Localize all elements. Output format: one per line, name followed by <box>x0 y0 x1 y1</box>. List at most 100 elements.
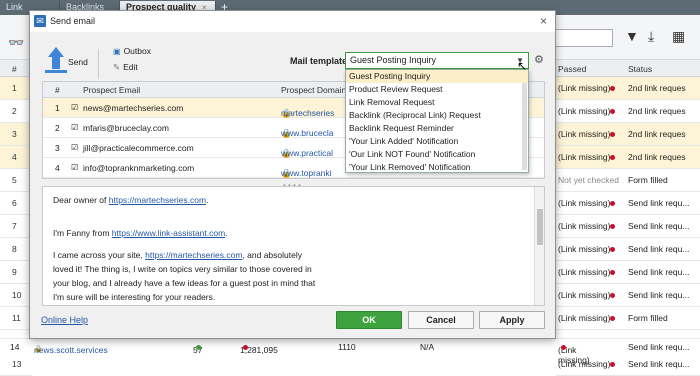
email-body-line: Dear owner of https://martechseries.com. <box>53 195 209 205</box>
ok-button[interactable]: OK <box>336 311 402 329</box>
status-cell: Form filled <box>628 313 668 323</box>
recipient-checkbox[interactable]: ☑ <box>71 123 78 132</box>
passed-cell: (Link missing) <box>558 244 611 254</box>
row-number[interactable]: 3 <box>0 123 32 146</box>
table-row[interactable]: (Link missing) Send link requ... <box>556 215 700 238</box>
outbox-button[interactable]: ▣ Outbox <box>113 46 151 56</box>
value-cell: 1110 <box>338 342 356 352</box>
status-cell: Send link requ... <box>628 221 690 231</box>
table-row[interactable]: Not yet checked Form filled <box>556 169 700 192</box>
template-option[interactable]: 'Our Link NOT Found' Notification <box>346 148 528 161</box>
filter-icon[interactable]: ▼ <box>625 28 639 44</box>
template-dropdown-list: Guest Posting Inquiry Product Review Requ… <box>345 69 529 173</box>
row-number[interactable]: 9 <box>0 261 32 284</box>
red-dot-icon <box>610 362 615 367</box>
gear-icon[interactable]: ⚙ <box>534 53 544 66</box>
mail-template-label: Mail template <box>290 56 348 66</box>
dialog-title: Send email <box>50 16 96 26</box>
template-option[interactable]: Backlink Request Reminder <box>346 122 528 135</box>
column-header-passed[interactable]: Passed <box>558 64 586 74</box>
status-cell: Send link requ... <box>628 290 690 300</box>
mouse-cursor-icon: ↖ <box>517 59 528 73</box>
recipient-num: 3 <box>55 143 60 153</box>
passed-cell: (Link missing) <box>558 83 611 93</box>
grid-icon[interactable]: ▦ <box>672 28 685 45</box>
cancel-button[interactable]: Cancel <box>408 311 474 329</box>
selected-template: Guest Posting Inquiry <box>350 55 437 65</box>
download-icon[interactable]: ⤓ <box>648 28 654 45</box>
red-dot-icon <box>610 316 615 321</box>
send-button[interactable]: Send <box>44 47 94 85</box>
red-dot-icon <box>561 345 566 350</box>
send-arrow-icon <box>48 47 64 57</box>
status-cell: Send link requ... <box>628 359 690 369</box>
template-option[interactable]: Product Review Request <box>346 83 528 96</box>
recipient-checkbox[interactable]: ☑ <box>71 143 78 152</box>
table-row[interactable]: (Link missing) Send link requ... <box>556 192 700 215</box>
recipient-email: info@topranknmarketing.com <box>83 163 195 173</box>
template-option[interactable]: 'Your Link Removed' Notification <box>346 161 528 174</box>
passed-cell: (Link missing) <box>558 221 611 231</box>
table-row[interactable]: (Link missing) Form filled <box>556 307 700 330</box>
email-body-line: I came across your site, https://martech… <box>53 250 302 260</box>
column-header-row: # <box>12 64 17 74</box>
row-number[interactable]: 4 <box>0 146 32 169</box>
edit-button[interactable]: ✎ Edit <box>113 62 138 73</box>
template-option[interactable]: Guest Posting Inquiry <box>346 70 528 83</box>
red-dot-icon <box>610 155 615 160</box>
email-body-line: your blog, and I already have a few idea… <box>53 278 316 288</box>
email-link[interactable]: https://martechseries.com <box>145 250 242 260</box>
red-dot-icon <box>610 201 615 206</box>
passed-cell: (Link missing) <box>558 152 611 162</box>
online-help-link[interactable]: Online Help <box>41 315 88 325</box>
template-option[interactable]: Link Removal Request <box>346 96 528 109</box>
table-row[interactable]: 14 🔒 news.scott.services 57 1,281,095 111… <box>0 338 700 365</box>
dialog-titlebar: ✉ Send email × <box>30 11 555 32</box>
template-option[interactable]: Backlink (Reciprocal Link) Request <box>346 109 528 122</box>
row-number[interactable]: 11 <box>0 307 32 330</box>
table-row[interactable]: (Link missing) Send link requ... <box>556 238 700 261</box>
table-row[interactable]: (Link missing) Send link requ... <box>556 261 700 284</box>
close-icon[interactable]: × <box>540 11 547 32</box>
email-body-line: I'm sure will be interesting for your re… <box>53 292 216 302</box>
apply-button[interactable]: Apply <box>479 311 545 329</box>
binoculars-icon[interactable]: 👓 <box>8 35 24 51</box>
column-header-num: # <box>55 85 60 95</box>
row-number[interactable]: 6 <box>0 192 32 215</box>
red-dot-icon <box>610 224 615 229</box>
row-number[interactable]: 2 <box>0 100 32 123</box>
row-number[interactable]: 5 <box>0 169 32 192</box>
recipient-checkbox[interactable]: ☑ <box>71 163 78 172</box>
email-link[interactable]: https://martechseries.com <box>109 195 206 205</box>
search-input[interactable] <box>555 29 613 47</box>
column-header-status[interactable]: Status <box>628 64 652 74</box>
row-number[interactable]: 13 <box>0 353 32 376</box>
red-dot-icon <box>610 293 615 298</box>
row-number[interactable]: 1 <box>0 77 32 100</box>
table-row[interactable]: (Link missing) Send link requ... <box>556 284 700 307</box>
column-header-email[interactable]: Prospect Email <box>83 85 140 95</box>
na-cell: N/A <box>420 342 435 352</box>
table-row[interactable]: (Link missing) 2nd link reques <box>556 123 700 146</box>
email-body-editor[interactable]: Dear owner of https://martechseries.com.… <box>42 186 545 306</box>
status-cell: Send link requ... <box>628 267 690 277</box>
mail-template-select[interactable]: Guest Posting Inquiry ▼ <box>345 52 529 69</box>
row-number[interactable]: 7 <box>0 215 32 238</box>
recipient-email: jill@practicalecommerce.com <box>83 143 194 153</box>
row-number[interactable]: 10 <box>0 284 32 307</box>
status-cell: 2nd link reques <box>628 83 686 93</box>
editor-scrollbar[interactable] <box>534 187 544 305</box>
table-row[interactable]: (Link missing) 2nd link reques <box>556 77 700 100</box>
table-row[interactable]: (Link missing) 2nd link reques <box>556 100 700 123</box>
table-row[interactable]: (Link missing) 2nd link reques <box>556 146 700 169</box>
recipient-checkbox[interactable]: ☑ <box>71 103 78 112</box>
recipient-num: 2 <box>55 123 60 133</box>
email-link[interactable]: https://www.link-assistant.com <box>112 228 225 238</box>
email-app-icon: ✉ <box>34 15 46 27</box>
column-header-domain[interactable]: Prospect Domain <box>281 85 346 95</box>
scroll-thumb[interactable] <box>537 209 543 245</box>
right-columns: (Link missing) 2nd link reques (Link missi… <box>556 77 700 376</box>
row-number[interactable]: 8 <box>0 238 32 261</box>
email-body-line: I'm Fanny from https://www.link-assistan… <box>53 228 228 238</box>
template-option[interactable]: 'Your Link Added' Notification <box>346 135 528 148</box>
